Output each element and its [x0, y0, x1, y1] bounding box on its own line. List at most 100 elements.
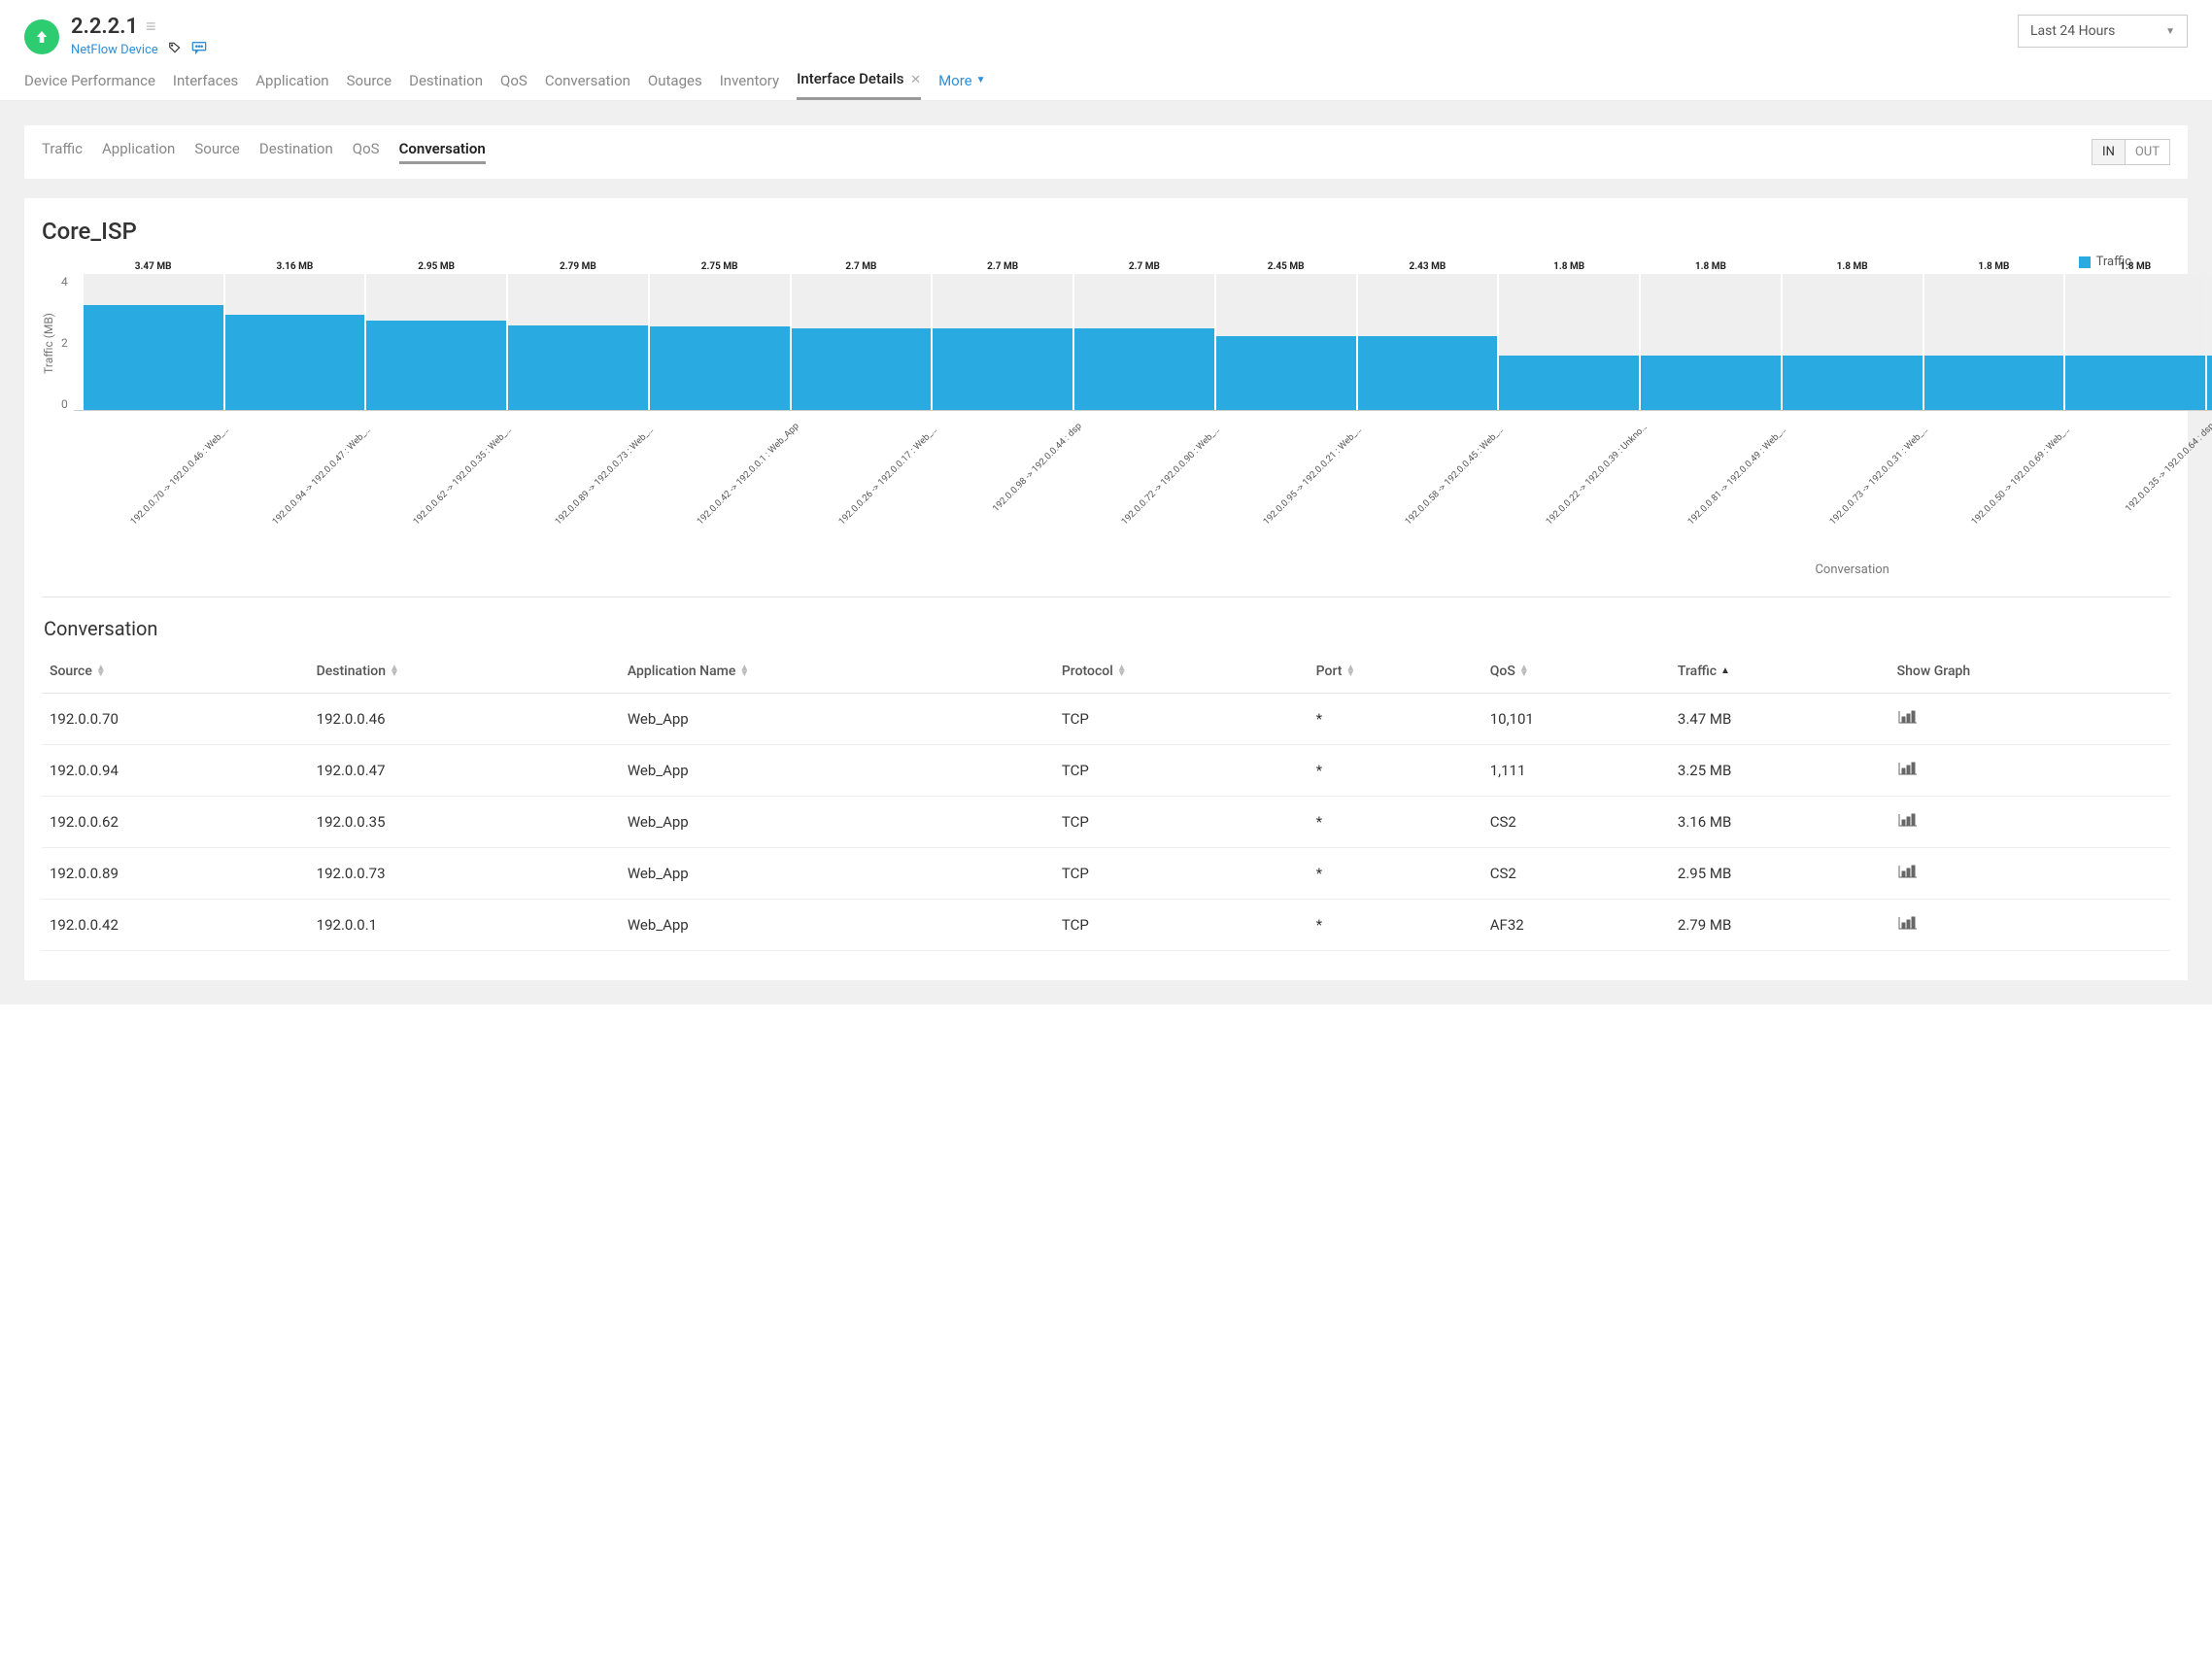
cell-traffic: 2.95 MB [1670, 848, 1889, 900]
cell-destination: 192.0.0.47 [309, 745, 620, 797]
tab-qos[interactable]: QoS [500, 72, 527, 99]
x-tick-label: 192.0.0.35 -> 192.0.0.64 : dsp [2111, 421, 2212, 623]
tab-destination[interactable]: Destination [409, 72, 483, 99]
subtab-traffic[interactable]: Traffic [42, 140, 83, 164]
direction-in[interactable]: IN [2093, 140, 2125, 164]
cell-source: 192.0.0.70 [42, 694, 309, 745]
table-row: 192.0.0.70192.0.0.46Web_AppTCP*10,1013.4… [42, 694, 2170, 745]
cell-traffic: 3.16 MB [1670, 797, 1889, 848]
cell-qos: AF32 [1482, 900, 1670, 951]
subtab-application[interactable]: Application [102, 140, 175, 164]
cell-port: * [1309, 694, 1482, 745]
cell-traffic: 3.25 MB [1670, 745, 1889, 797]
close-icon[interactable]: ✕ [910, 73, 921, 87]
table-row: 192.0.0.94192.0.0.47Web_AppTCP*1,1113.25… [42, 745, 2170, 797]
page-header: 2.2.2.1 ≡ NetFlow Device Last 24 Hours ▼ [0, 0, 2212, 58]
bar[interactable]: 2.7 MB [933, 274, 1072, 410]
col-port[interactable]: Port▲▼ [1309, 650, 1482, 694]
cell-destination: 192.0.0.35 [309, 797, 620, 848]
cell-protocol: TCP [1054, 745, 1309, 797]
cell-protocol: TCP [1054, 694, 1309, 745]
col-show-graph: Show Graph [1889, 650, 2170, 694]
time-range-label: Last 24 Hours [2030, 23, 2115, 39]
cell-port: * [1309, 745, 1482, 797]
table-title: Conversation [42, 617, 2153, 640]
workspace: Traffic Application Source Destination QoS Co… [0, 101, 2212, 1005]
tab-inventory[interactable]: Inventory [720, 72, 779, 99]
cell-port: * [1309, 900, 1482, 951]
bar[interactable]: 2.45 MB [1216, 274, 1356, 410]
tab-interface-details[interactable]: Interface Details ✕ [797, 70, 921, 100]
bar[interactable]: 3.47 MB [84, 274, 223, 410]
cell-protocol: TCP [1054, 848, 1309, 900]
col-protocol[interactable]: Protocol▲▼ [1054, 650, 1309, 694]
bar[interactable]: 2.43 MB [1358, 274, 1498, 410]
tab-conversation[interactable]: Conversation [545, 72, 630, 99]
tab-device-performance[interactable]: Device Performance [24, 72, 155, 99]
col-qos[interactable]: QoS▲▼ [1482, 650, 1670, 694]
subtab-conversation[interactable]: Conversation [399, 140, 486, 164]
show-graph-button[interactable] [1889, 797, 2170, 848]
tab-application[interactable]: Application [255, 72, 328, 99]
bar[interactable]: 1.8 MB [1641, 274, 1781, 410]
subtab-source[interactable]: Source [194, 140, 239, 164]
subtabs-panel: Traffic Application Source Destination QoS Co… [24, 125, 2188, 179]
legend-swatch [2079, 256, 2091, 268]
table-row: 192.0.0.42192.0.0.1Web_AppTCP*AF322.79 M… [42, 900, 2170, 951]
col-traffic[interactable]: Traffic▲ [1670, 650, 1889, 694]
cell-destination: 192.0.0.73 [309, 848, 620, 900]
bar[interactable]: 1.8 MB [1783, 274, 1923, 410]
cell-destination: 192.0.0.46 [309, 694, 620, 745]
bar[interactable]: 2.95 MB [366, 274, 506, 410]
table-row: 192.0.0.89192.0.0.73Web_AppTCP*CS22.95 M… [42, 848, 2170, 900]
cell-application: Web_App [620, 848, 1054, 900]
chart-bars: 3.47 MB3.16 MB2.95 MB2.79 MB2.75 MB2.7 M… [74, 275, 2212, 411]
device-ip-title: 2.2.2.1 [71, 15, 138, 39]
cell-destination: 192.0.0.1 [309, 900, 620, 951]
x-labels: 192.0.0.70 -> 192.0.0.46 : Web_App192.0.… [74, 417, 2212, 562]
cell-port: * [1309, 797, 1482, 848]
sub-tabs: Traffic Application Source Destination QoS Co… [42, 140, 486, 164]
show-graph-button[interactable] [1889, 694, 2170, 745]
tab-outages[interactable]: Outages [648, 72, 702, 99]
primary-tabs: Device Performance Interfaces Application S… [0, 58, 2212, 101]
tab-source[interactable]: Source [347, 72, 391, 99]
bar[interactable]: 2.7 MB [792, 274, 932, 410]
cell-application: Web_App [620, 900, 1054, 951]
show-graph-button[interactable] [1889, 900, 2170, 951]
show-graph-button[interactable] [1889, 848, 2170, 900]
bar[interactable]: 1.8 MB [1499, 274, 1639, 410]
cell-application: Web_App [620, 694, 1054, 745]
subtab-destination[interactable]: Destination [259, 140, 333, 164]
chart-body: Traffic (MB) 420 3.47 MB3.16 MB2.95 MB2.… [42, 275, 2170, 577]
cell-source: 192.0.0.89 [42, 848, 309, 900]
y-ticks: 420 [61, 275, 74, 411]
tag-icon[interactable] [168, 41, 182, 58]
status-up-icon [24, 19, 59, 54]
direction-out[interactable]: OUT [2125, 140, 2169, 164]
tab-more[interactable]: More ▼ [938, 72, 985, 99]
bar[interactable]: 2.75 MB [650, 274, 790, 410]
tab-interfaces[interactable]: Interfaces [173, 72, 238, 99]
chat-icon[interactable] [191, 41, 207, 58]
caret-down-icon: ▼ [2165, 26, 2175, 37]
device-type-link[interactable]: NetFlow Device [71, 43, 158, 57]
bar[interactable]: 1.8 MB [2207, 274, 2212, 410]
cell-protocol: TCP [1054, 797, 1309, 848]
time-range-select[interactable]: Last 24 Hours ▼ [2018, 15, 2188, 48]
header-left: 2.2.2.1 ≡ NetFlow Device [24, 15, 207, 58]
subtab-qos[interactable]: QoS [353, 140, 380, 164]
col-application[interactable]: Application Name▲▼ [620, 650, 1054, 694]
bar[interactable]: 1.8 MB [2065, 274, 2205, 410]
bar[interactable]: 2.79 MB [508, 274, 648, 410]
bar[interactable]: 3.16 MB [225, 274, 365, 410]
col-source[interactable]: Source▲▼ [42, 650, 309, 694]
col-destination[interactable]: Destination▲▼ [309, 650, 620, 694]
cell-source: 192.0.0.62 [42, 797, 309, 848]
bar[interactable]: 2.7 MB [1074, 274, 1214, 410]
show-graph-button[interactable] [1889, 745, 2170, 797]
hamburger-icon[interactable]: ≡ [146, 17, 154, 37]
bar[interactable]: 1.8 MB [1924, 274, 2064, 410]
cell-application: Web_App [620, 797, 1054, 848]
cell-qos: CS2 [1482, 848, 1670, 900]
